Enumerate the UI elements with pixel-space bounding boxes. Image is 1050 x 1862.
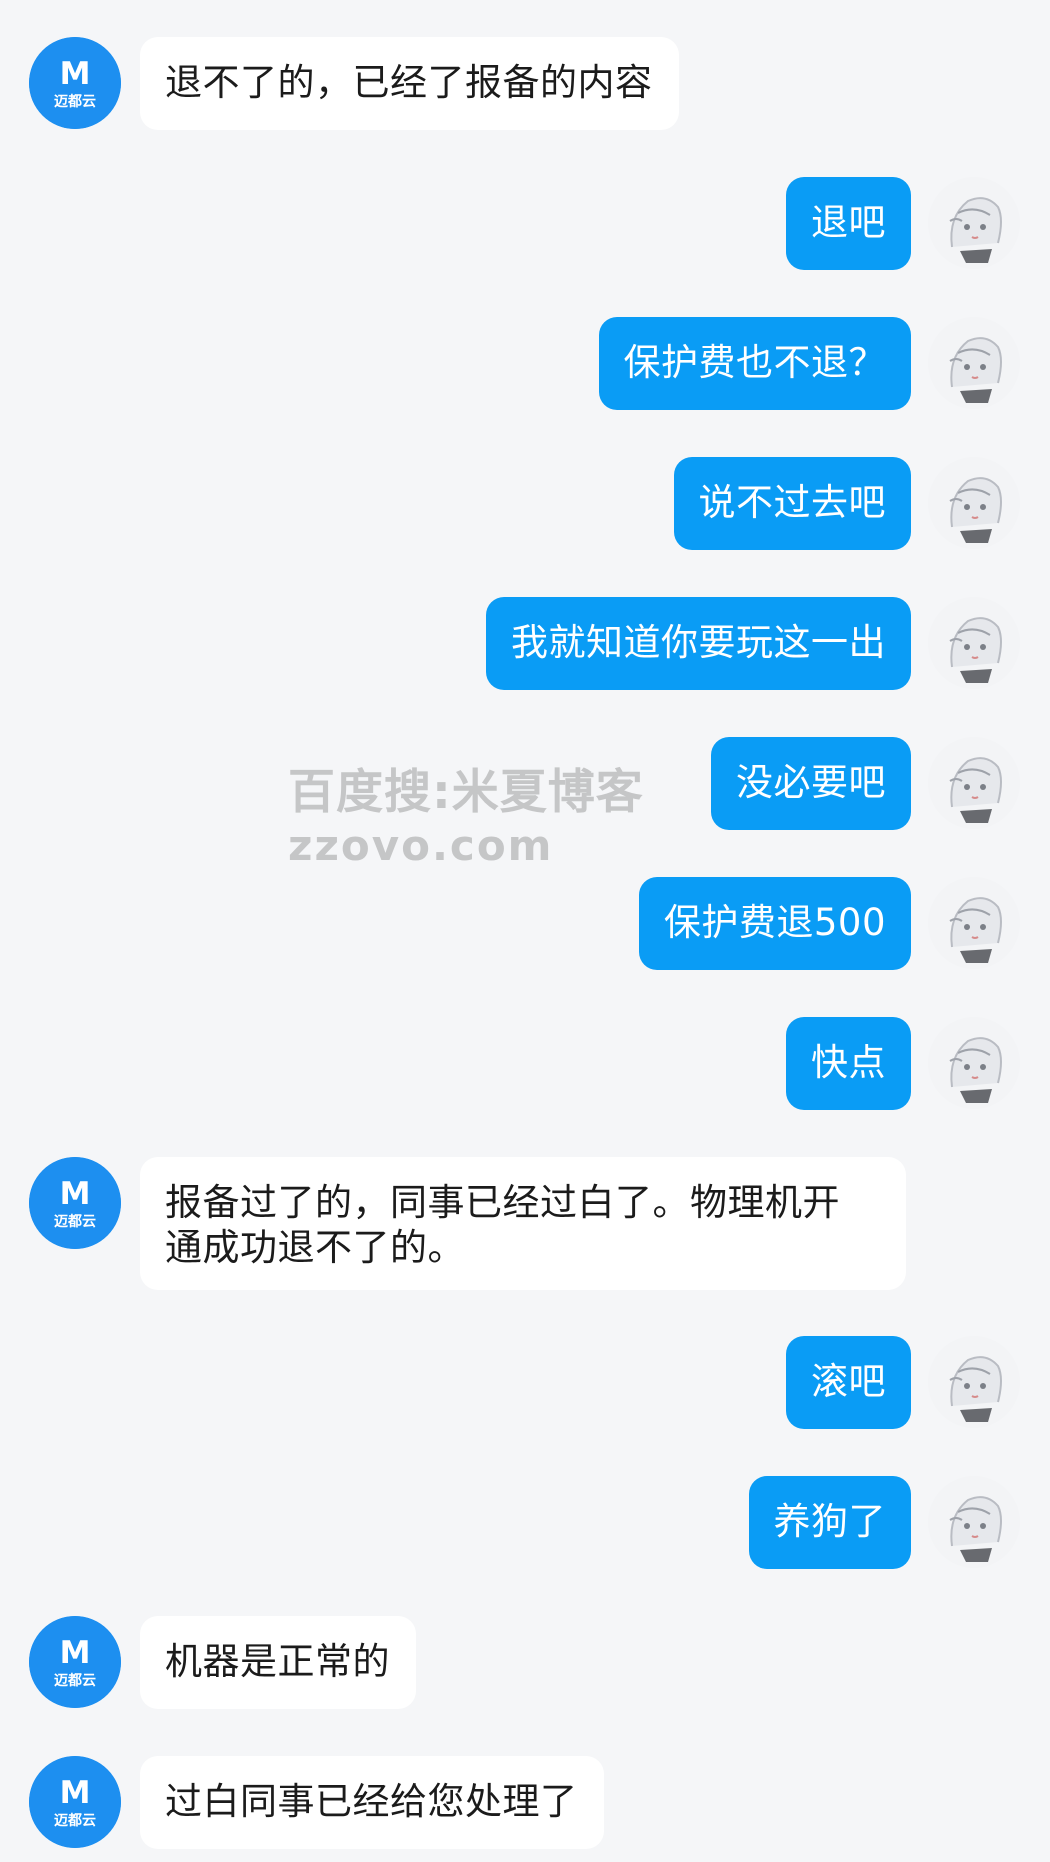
anime-character-avatar-icon — [928, 457, 1020, 549]
chat-message-list[interactable]: M 迈都云 退不了的，已经了报备的内容 退吧 保护费也不退？ 说不过去吧 我就知… — [0, 0, 1050, 1862]
user-avatar[interactable] — [928, 1336, 1020, 1428]
svg-text:迈都云: 迈都云 — [54, 94, 96, 110]
svg-text:迈都云: 迈都云 — [54, 1673, 96, 1689]
message-bubble-received[interactable]: 过白同事已经给您处理了 — [140, 1756, 604, 1849]
message-bubble-sent[interactable]: 养狗了 — [748, 1476, 911, 1569]
user-avatar[interactable] — [928, 1476, 1020, 1568]
user-avatar[interactable] — [928, 737, 1020, 829]
message-bubble-sent[interactable]: 滚吧 — [786, 1336, 911, 1429]
service-logo-icon: M 迈都云 — [29, 1616, 121, 1708]
anime-character-avatar-icon — [928, 1017, 1020, 1109]
anime-character-avatar-icon — [928, 1336, 1020, 1428]
user-avatar[interactable] — [928, 317, 1020, 409]
svg-text:M: M — [60, 1635, 91, 1671]
user-avatar[interactable] — [928, 597, 1020, 689]
message-bubble-sent[interactable]: 退吧 — [786, 177, 911, 270]
svg-text:M: M — [60, 56, 91, 92]
message-bubble-sent[interactable]: 保护费也不退？ — [598, 317, 911, 410]
svg-text:迈都云: 迈都云 — [54, 1813, 96, 1829]
anime-character-avatar-icon — [928, 877, 1020, 969]
svg-text:迈都云: 迈都云 — [54, 1214, 96, 1230]
message-bubble-sent[interactable]: 说不过去吧 — [673, 457, 911, 550]
user-avatar[interactable] — [928, 1017, 1020, 1109]
message-bubble-received[interactable]: 机器是正常的 — [140, 1616, 416, 1709]
message-bubble-received[interactable]: 报备过了的，同事已经过白了。物理机开 通成功退不了的。 — [140, 1157, 906, 1290]
anime-character-avatar-icon — [928, 1476, 1020, 1568]
user-avatar[interactable] — [928, 457, 1020, 549]
anime-character-avatar-icon — [928, 317, 1020, 409]
service-avatar[interactable]: M 迈都云 — [29, 37, 121, 129]
service-logo-icon: M 迈都云 — [29, 1157, 121, 1249]
message-bubble-sent[interactable]: 我就知道你要玩这一出 — [486, 597, 911, 690]
service-avatar[interactable]: M 迈都云 — [29, 1756, 121, 1848]
message-bubble-sent[interactable]: 保护费退500 — [638, 877, 911, 970]
anime-character-avatar-icon — [928, 177, 1020, 269]
user-avatar[interactable] — [928, 877, 1020, 969]
message-bubble-sent[interactable]: 没必要吧 — [711, 737, 911, 830]
message-bubble-received[interactable]: 退不了的，已经了报备的内容 — [140, 37, 679, 130]
service-avatar[interactable]: M 迈都云 — [29, 1157, 121, 1249]
service-logo-icon: M 迈都云 — [29, 37, 121, 129]
svg-text:M: M — [60, 1176, 91, 1212]
anime-character-avatar-icon — [928, 597, 1020, 689]
user-avatar[interactable] — [928, 177, 1020, 269]
anime-character-avatar-icon — [928, 737, 1020, 829]
service-avatar[interactable]: M 迈都云 — [29, 1616, 121, 1708]
message-bubble-sent[interactable]: 快点 — [786, 1017, 911, 1110]
service-logo-icon: M 迈都云 — [29, 1756, 121, 1848]
svg-text:M: M — [60, 1775, 91, 1811]
